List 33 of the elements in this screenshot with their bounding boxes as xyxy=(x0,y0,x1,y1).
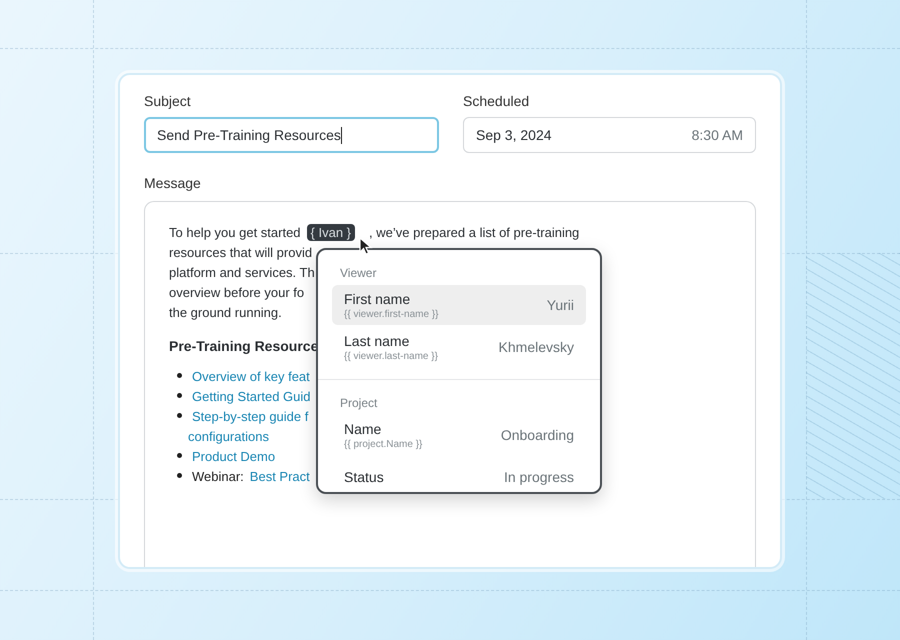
section-heading: Pre-Training Resource xyxy=(169,338,318,354)
resource-link[interactable]: Best Pract xyxy=(250,468,310,484)
body-text: resources that will provid xyxy=(169,244,312,260)
body-text: , we’ve prepared a list of pre-training xyxy=(369,224,580,240)
bullet-icon xyxy=(177,393,182,398)
body-text: overview before your fo xyxy=(169,284,304,300)
menu-item[interactable]: Last name {{ viewer.last-name }} Khmelevsky xyxy=(332,327,586,367)
bullet-icon xyxy=(177,373,182,378)
bullet-icon xyxy=(177,453,182,458)
resource-link[interactable]: Step-by-step guide f xyxy=(192,408,308,424)
field-label: Scheduled xyxy=(463,93,530,109)
bullet-icon xyxy=(177,473,182,478)
message-editor[interactable] xyxy=(144,201,756,567)
subject-field[interactable]: Send Pre-Training Resources xyxy=(144,117,439,153)
resource-link[interactable]: configurations xyxy=(188,428,269,444)
body-text: Webinar: xyxy=(192,468,244,484)
menu-item[interactable]: Name {{ project.Name }} Onboarding xyxy=(332,415,586,455)
pointer-icon xyxy=(359,237,373,255)
field-label: Subject xyxy=(144,93,191,109)
section-title: Project xyxy=(340,396,378,410)
menu-item[interactable]: First name {{ viewer.first-name }} Yurii xyxy=(332,285,586,325)
resource-link[interactable]: Product Demo xyxy=(192,448,276,464)
body-text: the ground running. xyxy=(169,304,282,320)
resource-link[interactable]: Overview of key feat xyxy=(192,368,310,384)
body-text: To help you get started xyxy=(169,224,301,240)
body-text: platform and services. Th xyxy=(169,264,315,280)
resource-link[interactable]: Getting Started Guid xyxy=(192,388,311,404)
variable-chip[interactable]: { Ivan } xyxy=(306,224,356,240)
menu-item[interactable]: Status In progress xyxy=(332,457,586,492)
section-title: Viewer xyxy=(340,266,376,280)
field-label: Message xyxy=(144,175,201,191)
bullet-icon xyxy=(177,413,182,418)
date-time-field[interactable]: Sep 3, 2024 8:30 AM xyxy=(463,117,756,153)
